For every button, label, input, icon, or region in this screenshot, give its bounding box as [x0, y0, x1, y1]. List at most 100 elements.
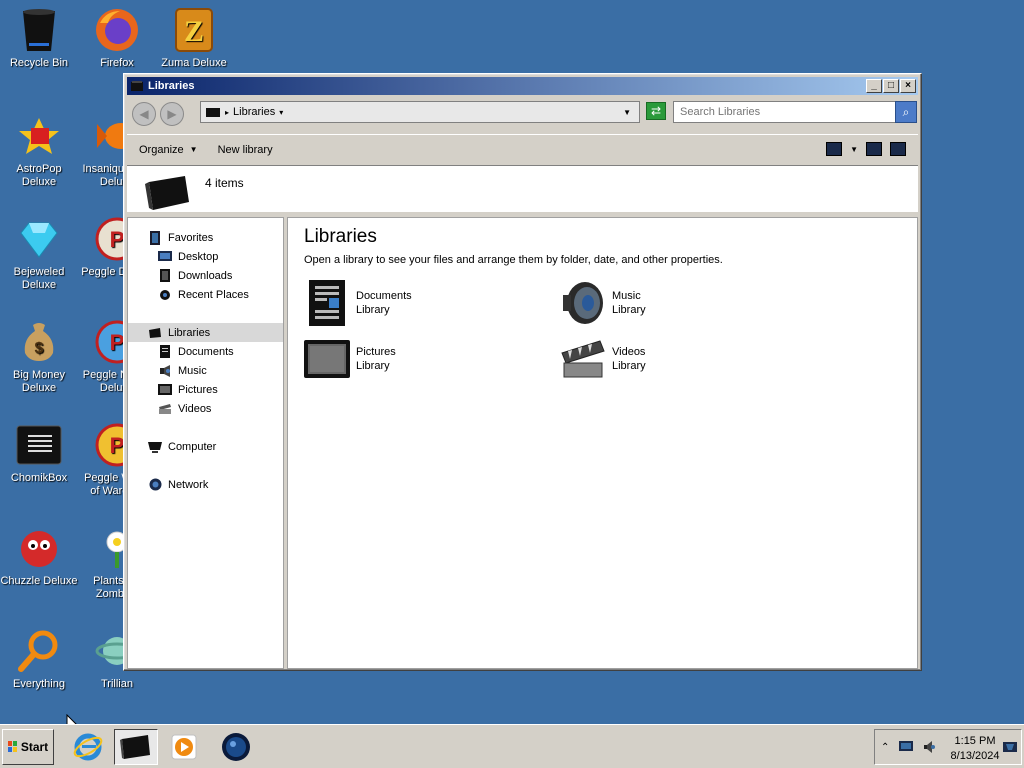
library-name: Music — [612, 290, 641, 302]
search-input[interactable] — [673, 101, 897, 123]
desktop-icon-label: ChomikBox — [10, 472, 68, 484]
new-library-label: New library — [217, 143, 273, 156]
breadcrumb-separator-icon[interactable]: ▸ — [225, 108, 229, 117]
nav-item-pictures[interactable]: Pictures — [128, 380, 283, 399]
nav-item-videos[interactable]: Videos — [128, 399, 283, 418]
nav-item-downloads[interactable]: Downloads — [128, 266, 283, 285]
system-tray: ⌃ 1:15 PM 8/13/2024 — [874, 729, 1022, 765]
network-icon — [148, 478, 162, 491]
music-library-icon — [560, 280, 606, 326]
computer-icon — [148, 440, 162, 453]
library-type: Library — [356, 360, 390, 372]
taskbar-libraries[interactable] — [114, 729, 158, 765]
display-icon[interactable] — [899, 741, 914, 753]
nav-label: Music — [178, 364, 207, 377]
desktop-icon-label: Bejeweled Deluxe — [13, 266, 65, 291]
refresh-button[interactable]: ⇄ — [646, 102, 666, 120]
organize-button[interactable]: Organize ▼ — [139, 144, 198, 156]
library-name: Documents — [356, 290, 412, 302]
library-name: Videos — [612, 346, 646, 358]
preview-pane-icon[interactable] — [866, 142, 882, 156]
firefox-icon — [93, 6, 141, 54]
desktop-icon-recycle-bin[interactable]: Recycle Bin — [0, 6, 78, 70]
music-icon — [158, 364, 172, 377]
window-title: Libraries — [148, 80, 195, 92]
help-icon[interactable] — [890, 142, 906, 156]
breadcrumb[interactable]: ▸ Libraries ▾ ▼ — [200, 101, 640, 123]
content-pane: Libraries Open a library to see your fil… — [287, 217, 918, 669]
zuma-icon: Z — [170, 6, 218, 54]
nav-label: Pictures — [178, 383, 218, 396]
taskbar-internet-explorer[interactable] — [66, 729, 110, 765]
clock-time: 1:15 PM — [954, 735, 996, 747]
desktop-icon-astropop[interactable]: AstroPop Deluxe — [0, 112, 78, 189]
chevron-down-icon[interactable]: ▾ — [279, 108, 283, 117]
change-view-icon[interactable] — [826, 142, 843, 156]
address-dropdown-icon[interactable]: ▼ — [623, 108, 631, 117]
library-pictures[interactable]: Pictures Library — [304, 336, 396, 382]
library-music[interactable]: Music Library — [560, 280, 646, 326]
navigation-pane: Favorites Desktop Downloads Recent Place… — [127, 217, 284, 669]
address-bar: ◀ ▶ ▸ Libraries ▾ ▼ ⇄ ⌕ — [127, 97, 918, 129]
svg-text:Z: Z — [184, 15, 204, 48]
chevron-down-icon[interactable]: ▼ — [850, 145, 858, 154]
minimize-button[interactable]: _ — [866, 79, 882, 93]
window-titlebar[interactable]: Libraries _ □ × — [127, 77, 918, 95]
breadcrumb-item-libraries[interactable]: Libraries — [233, 106, 275, 118]
nav-item-libraries[interactable]: Libraries — [128, 323, 283, 342]
internet-explorer-icon — [73, 733, 103, 761]
forward-button[interactable]: ▶ — [160, 102, 184, 126]
desktop-icon-label: Firefox — [100, 57, 134, 69]
nav-item-network[interactable]: Network — [128, 475, 283, 494]
desktop-icon-label: Big Money Deluxe — [13, 369, 65, 394]
library-type: Library — [356, 304, 390, 316]
libraries-icon — [148, 326, 162, 339]
nav-item-music[interactable]: Music — [128, 361, 283, 380]
explorer-window: Libraries _ □ × ◀ ▶ ▸ Libraries ▾ ▼ ⇄ ⌕ … — [123, 73, 922, 671]
taskbar-media-player[interactable] — [162, 729, 206, 765]
pictures-icon — [158, 383, 172, 396]
show-desktop-icon[interactable] — [1003, 740, 1017, 754]
desktop-icon — [158, 250, 172, 263]
start-button[interactable]: Start — [2, 729, 54, 765]
desktop-icon-big-money[interactable]: $ Big Money Deluxe — [0, 318, 78, 395]
chuzzle-icon — [15, 524, 63, 572]
search-icon[interactable]: ⌕ — [895, 101, 917, 123]
library-type: Library — [612, 360, 646, 372]
desktop-icon-zuma[interactable]: Z Zuma Deluxe — [155, 6, 233, 70]
chevron-down-icon: ▼ — [189, 145, 198, 154]
library-documents[interactable]: Documents Library — [304, 280, 412, 326]
organize-label: Organize — [139, 143, 184, 156]
chevron-up-icon[interactable]: ⌃ — [881, 742, 889, 753]
library-type: Library — [612, 304, 646, 316]
nav-item-favorites[interactable]: Favorites — [128, 228, 283, 247]
desktop-icon-bejeweled[interactable]: Bejeweled Deluxe — [0, 215, 78, 292]
nav-item-computer[interactable]: Computer — [128, 437, 283, 456]
desktop-icon-label: AstroPop Deluxe — [16, 163, 62, 188]
nav-label: Libraries — [168, 326, 211, 339]
bejeweled-icon — [15, 215, 63, 263]
desktop-icon-firefox[interactable]: Firefox — [78, 6, 156, 70]
clock[interactable]: 1:15 PM 8/13/2024 — [947, 734, 1003, 764]
media-player-icon — [171, 734, 197, 760]
close-button[interactable]: × — [900, 79, 916, 93]
back-button[interactable]: ◀ — [132, 102, 156, 126]
library-videos[interactable]: Videos Library — [560, 336, 646, 382]
new-library-button[interactable]: New library — [218, 144, 273, 156]
desktop-icon-chomikbox[interactable]: ChomikBox — [0, 421, 78, 485]
nav-label: Recent Places — [178, 288, 249, 301]
desktop-icon-label: Recycle Bin — [9, 57, 69, 69]
globe-icon — [222, 733, 250, 761]
maximize-button[interactable]: □ — [883, 79, 899, 93]
pictures-library-icon — [304, 336, 350, 382]
nav-item-desktop[interactable]: Desktop — [128, 247, 283, 266]
nav-item-documents[interactable]: Documents — [128, 342, 283, 361]
nav-item-recent-places[interactable]: Recent Places — [128, 285, 283, 304]
desktop-icon-chuzzle[interactable]: Chuzzle Deluxe — [0, 524, 78, 588]
volume-icon[interactable] — [923, 740, 937, 754]
taskbar-network[interactable] — [214, 729, 258, 765]
desktop-icon-everything[interactable]: Everything — [0, 627, 78, 691]
page-title: Libraries — [304, 226, 377, 247]
page-description: Open a library to see your files and arr… — [304, 254, 723, 266]
desktop-icon-label: Chuzzle Deluxe — [0, 575, 78, 587]
